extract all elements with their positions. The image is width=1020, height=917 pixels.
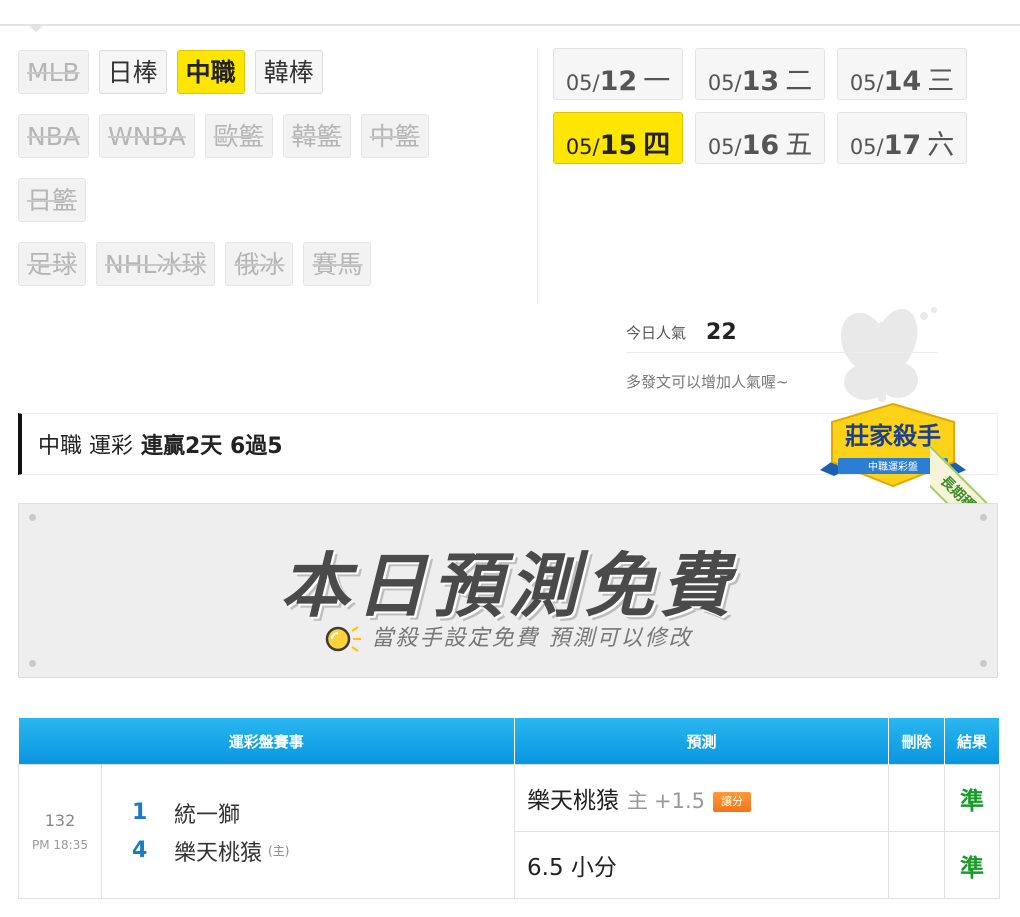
sport-button-nba[interactable]: NBA: [18, 114, 89, 158]
sport-button-euro-basketball[interactable]: 歐籃: [204, 114, 273, 158]
date-picker: 05/12 一 05/13 二 05/14 三 05/15 四 05/16 五 05/17…: [553, 48, 973, 164]
screw-icon: [29, 660, 36, 667]
sport-row: MLB 日棒 中職 韓棒: [18, 50, 518, 94]
date-weekday: 六: [927, 130, 955, 161]
prediction-main-marker: 主: [627, 789, 649, 813]
sport-filter: MLB 日棒 中職 韓棒 NBA WNBA 歐籃 韓籃 中籃 日籃 足球 NHL…: [18, 50, 518, 306]
date-button[interactable]: 05/13 二: [695, 48, 825, 100]
handicap-tag-icon: 讓分: [713, 791, 752, 812]
date-day: 14: [883, 66, 922, 97]
date-day: 15: [599, 130, 638, 161]
ribbon-label: 長期穩定: [930, 435, 1020, 505]
home-marker: (主): [268, 844, 290, 858]
prediction-cell-handicap: 樂天桃猿主 +1.5 讓分: [514, 764, 890, 832]
sport-button-japan-basketball[interactable]: 日籃: [18, 178, 87, 222]
header-game: 運彩盤賽事: [18, 718, 516, 765]
popularity-row: 今日人氣 22: [626, 312, 938, 353]
result-cell: 準: [944, 764, 1001, 832]
date-weekday: 二: [785, 66, 813, 97]
date-weekday: 四: [643, 130, 671, 161]
date-button[interactable]: 05/17 六: [837, 112, 967, 164]
sport-button-mlb[interactable]: MLB: [18, 50, 89, 94]
popularity-hint: 多發文可以增加人氣喔~: [626, 373, 789, 391]
sport-button-nhl[interactable]: NHL冰球: [96, 242, 216, 286]
lightbulb-icon: [325, 626, 361, 652]
popularity-label: 今日人氣: [626, 323, 687, 342]
top-divider: [0, 24, 1020, 26]
date-day: 13: [741, 66, 780, 97]
date-weekday: 一: [643, 66, 671, 97]
sport-row: 足球 NHL冰球 俄冰 賽馬: [18, 242, 518, 286]
record-prefix: 中職 運彩: [38, 434, 133, 459]
home-team-name[interactable]: 樂天桃猿: [174, 835, 262, 867]
prediction-team: 樂天桃猿: [527, 788, 620, 814]
date-month: 05/: [707, 135, 742, 159]
game-time: PM 18:35: [32, 838, 88, 852]
popularity-count: 22: [706, 319, 737, 345]
record-streak: 連贏2天 6過5: [141, 434, 283, 459]
banner-subtitle-row: 當殺手設定免費 預測可以修改: [19, 620, 997, 655]
away-score: 1: [132, 800, 148, 825]
game-info-cell: 132 PM 18:35: [18, 764, 102, 899]
delete-cell[interactable]: [888, 764, 946, 832]
prediction-table: 運彩盤賽事 預測 刪除 結果 132 PM 18:35 1 統一獅 4 樂天桃猿…: [18, 718, 1001, 899]
vertical-divider: [537, 48, 538, 304]
header-result: 結果: [944, 718, 1001, 765]
top-notch: [28, 25, 44, 32]
screw-icon: [980, 660, 987, 667]
sport-button-kbo[interactable]: 韓棒: [254, 50, 323, 94]
sport-button-russia-hockey[interactable]: 俄冰: [225, 242, 294, 286]
date-day: 12: [599, 66, 638, 97]
date-button-selected[interactable]: 05/15 四: [553, 112, 683, 164]
table-header-row: 運彩盤賽事 預測 刪除 結果: [18, 718, 1001, 765]
date-month: 05/: [707, 71, 742, 95]
date-day: 16: [741, 130, 780, 161]
away-team-name[interactable]: 統一獅: [174, 797, 240, 829]
header-prediction: 預測: [514, 718, 890, 765]
badge-subtitle: 中職運彩盤: [868, 460, 918, 473]
sport-row: NBA WNBA 歐籃 韓籃 中籃: [18, 114, 518, 158]
delete-cell[interactable]: [888, 831, 946, 899]
sport-button-npb[interactable]: 日棒: [98, 50, 167, 94]
screw-icon: [29, 514, 36, 521]
sport-button-korea-basketball[interactable]: 韓籃: [282, 114, 351, 158]
prediction-cell-total: 6.5 小分: [514, 831, 890, 899]
screw-icon: [980, 514, 987, 521]
prediction-line: +1.5: [654, 789, 706, 813]
sport-button-cpbl[interactable]: 中職: [176, 50, 245, 94]
date-weekday: 五: [785, 130, 813, 161]
home-score: 4: [132, 838, 148, 863]
date-button[interactable]: 05/14 三: [837, 48, 967, 100]
stable-ribbon: 長期穩定: [930, 405, 1020, 505]
sport-button-china-basketball[interactable]: 中籃: [360, 114, 429, 158]
date-weekday: 三: [927, 66, 955, 97]
date-month: 05/: [849, 135, 884, 159]
banner-subtitle: 當殺手設定免費 預測可以修改: [371, 626, 693, 651]
teams-cell: 1 統一獅 4 樂天桃猿 (主): [100, 764, 516, 899]
date-month: 05/: [849, 71, 884, 95]
table-row: 132 PM 18:35 1 統一獅 4 樂天桃猿 (主) 樂天桃猿主 +1.5 讓…: [18, 764, 1001, 899]
sport-button-soccer[interactable]: 足球: [18, 242, 87, 286]
date-day: 17: [883, 130, 922, 161]
date-month: 05/: [565, 135, 600, 159]
sport-button-wnba[interactable]: WNBA: [98, 114, 195, 158]
free-prediction-banner: 本日預測免費 當殺手設定免費 預測可以修改: [18, 503, 998, 678]
date-button[interactable]: 05/16 五: [695, 112, 825, 164]
banner-title: 本日預測免費: [280, 545, 736, 627]
popularity-panel: 今日人氣 22 多發文可以增加人氣喔~: [626, 312, 938, 392]
home-team-line: 4 樂天桃猿 (主): [132, 832, 514, 870]
header-delete: 刪除: [888, 718, 946, 765]
game-number: 132: [44, 811, 76, 830]
result-cell: 準: [944, 831, 1001, 899]
date-month: 05/: [565, 71, 600, 95]
badge-title: 莊家殺手: [845, 422, 941, 450]
sport-row: 日籃: [18, 178, 518, 222]
away-team-line: 1 統一獅: [132, 794, 514, 832]
sport-button-horse-racing[interactable]: 賽馬: [303, 242, 372, 286]
date-button[interactable]: 05/12 一: [553, 48, 683, 100]
